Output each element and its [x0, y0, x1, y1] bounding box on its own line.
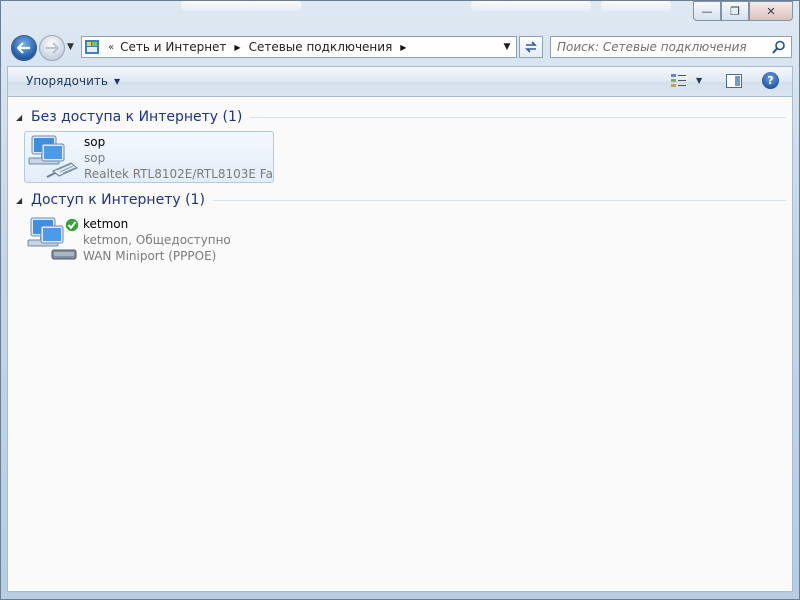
group-divider [250, 116, 786, 118]
search-icon[interactable] [772, 40, 786, 54]
arrow-right-icon [46, 42, 59, 54]
connection-device: WAN Miniport (PPPOE) [83, 249, 217, 263]
connection-name: sop [84, 135, 106, 149]
organize-label: Упорядочить [26, 74, 108, 88]
back-button[interactable] [11, 35, 37, 61]
views-icon [671, 74, 686, 87]
refresh-icon [525, 41, 537, 53]
address-dropdown-button[interactable]: ▼ [498, 37, 516, 57]
chevron-down-icon: ▼ [113, 76, 121, 86]
collapse-triangle-icon[interactable]: ◢ [16, 196, 28, 205]
connection-device: Realtek RTL8102E/RTL8103E Famil... [84, 167, 273, 181]
refresh-button[interactable] [519, 36, 543, 58]
preview-pane-button[interactable] [726, 74, 742, 88]
title-blur [181, 1, 301, 11]
arrow-left-icon [17, 42, 30, 54]
search-input[interactable] [551, 37, 766, 57]
forward-button[interactable] [39, 35, 65, 61]
minimize-button[interactable]: — [693, 1, 721, 21]
title-blur [601, 1, 671, 11]
title-bar: — ❐ ✕ [1, 1, 799, 31]
connections-list: ◢ Без доступа к Интернету (1) sop sop Re… [7, 96, 793, 592]
group-divider [212, 199, 786, 201]
connection-status: sop [84, 151, 106, 165]
group-title: Без доступа к Интернету (1) [31, 109, 243, 125]
connection-name: ketmon [83, 217, 129, 231]
network-connection-icon [26, 215, 80, 263]
group-title: Доступ к Интернету (1) [31, 192, 205, 208]
explorer-window: — ❐ ✕ ▼ « Сеть и Интернет ▶ Сетевые подк… [0, 0, 800, 600]
close-button[interactable]: ✕ [749, 1, 793, 21]
search-box[interactable] [550, 36, 792, 58]
views-button[interactable]: ▼ [671, 73, 702, 87]
group-header-internet-access[interactable]: ◢ Доступ к Интернету (1) [8, 190, 794, 210]
network-folder-icon [85, 40, 99, 54]
breadcrumb-overflow[interactable]: « [108, 42, 114, 53]
maximize-button[interactable]: ❐ [721, 1, 749, 21]
help-button[interactable]: ? [762, 72, 779, 89]
recent-pages-dropdown[interactable]: ▼ [67, 42, 74, 52]
breadcrumb-chevron-icon[interactable]: ▶ [400, 43, 406, 52]
window-controls: — ❐ ✕ [693, 1, 793, 21]
connection-details: sop sop Realtek RTL8102E/RTL8103E Famil.… [84, 134, 273, 182]
chevron-down-icon: ▼ [696, 75, 703, 85]
connection-status: ketmon, Общедоступно [83, 233, 231, 247]
title-blur [471, 1, 591, 11]
navigation-row: ▼ « Сеть и Интернет ▶ Сетевые подключени… [1, 33, 799, 63]
organize-button[interactable]: Упорядочить ▼ [26, 74, 120, 88]
network-connection-icon [27, 133, 81, 181]
address-bar[interactable]: « Сеть и Интернет ▶ Сетевые подключения … [81, 36, 517, 58]
connection-item-ketmon[interactable]: ketmon ketmon, Общедоступно WAN Miniport… [24, 214, 274, 266]
collapse-triangle-icon[interactable]: ◢ [16, 113, 28, 122]
connection-item-sop[interactable]: sop sop Realtek RTL8102E/RTL8103E Famil.… [24, 131, 274, 183]
breadcrumb-chevron-icon[interactable]: ▶ [234, 43, 240, 52]
breadcrumb-item-network-connections[interactable]: Сетевые подключения [249, 40, 393, 54]
breadcrumb-item-network-internet[interactable]: Сеть и Интернет [120, 40, 226, 54]
connection-details: ketmon ketmon, Общедоступно WAN Miniport… [83, 216, 273, 264]
command-bar: Упорядочить ▼ ▼ ? [7, 66, 793, 96]
group-header-no-internet[interactable]: ◢ Без доступа к Интернету (1) [8, 107, 794, 127]
